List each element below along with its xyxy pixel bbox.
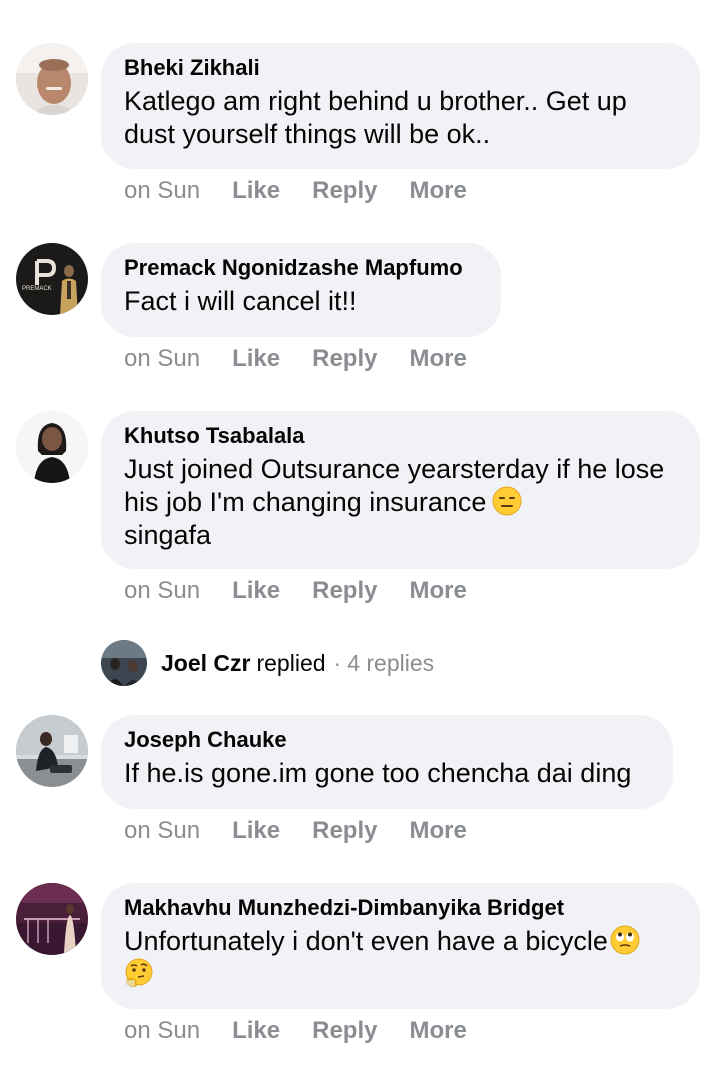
reply-separator: · — [333, 649, 342, 676]
comment-author[interactable]: Makhavhu Munzhedzi-Dimbanyika Bridget — [124, 894, 676, 922]
comment-actions: on Sun Like Reply More — [124, 1017, 499, 1045]
reply-author[interactable]: Joel Czr — [161, 650, 250, 677]
thinking-face-emoji-icon — [125, 958, 153, 987]
profile-photo-icon — [16, 715, 88, 787]
reply-button[interactable]: Reply — [312, 177, 377, 205]
avatar[interactable] — [16, 715, 88, 787]
comment-text-main: Unfortunately i don't even have a bicycl… — [124, 926, 608, 956]
like-button[interactable]: Like — [232, 817, 280, 845]
comment-time[interactable]: on Sun — [124, 1017, 200, 1045]
reply-button[interactable]: Reply — [312, 345, 377, 373]
more-button[interactable]: More — [409, 817, 466, 845]
reply-button[interactable]: Reply — [312, 577, 377, 605]
expressionless-face-emoji-icon — [492, 486, 522, 516]
more-button[interactable]: More — [409, 345, 466, 373]
reply-verb: replied — [256, 649, 326, 676]
comment-bubble: Khutso Tsabalala Just joined Outsurance … — [101, 411, 700, 569]
reply-button[interactable]: Reply — [312, 1017, 377, 1045]
comment-text: If he.is gone.im gone too chencha dai di… — [124, 758, 632, 788]
comment-actions: on Sun Like Reply More — [124, 345, 499, 373]
comment-text: Fact i will cancel it!! — [124, 286, 357, 316]
comment-text: Just joined Outsurance yearsterday if he… — [124, 453, 676, 552]
comment-time[interactable]: on Sun — [124, 577, 200, 605]
profile-photo-icon — [16, 883, 88, 955]
profile-photo-icon — [16, 411, 88, 483]
comment-author[interactable]: Khutso Tsabalala — [124, 422, 676, 450]
more-button[interactable]: More — [409, 577, 466, 605]
comment-actions: on Sun Like Reply More — [124, 817, 499, 845]
comment-author[interactable]: Joseph Chauke — [124, 726, 649, 754]
like-button[interactable]: Like — [232, 345, 280, 373]
profile-photo-icon: PREMACK — [16, 243, 88, 315]
comment-author[interactable]: Premack Ngonidzashe Mapfumo — [124, 254, 477, 282]
avatar — [101, 640, 147, 686]
like-button[interactable]: Like — [232, 1017, 280, 1045]
reply-count[interactable]: 4 replies — [347, 650, 434, 677]
comment-text-main: Just joined Outsurance yearsterday if he… — [124, 454, 665, 517]
like-button[interactable]: Like — [232, 577, 280, 605]
comment-actions: on Sun Like Reply More — [124, 577, 499, 605]
comment-time[interactable]: on Sun — [124, 817, 200, 845]
avatar[interactable] — [16, 411, 88, 483]
view-replies-link[interactable]: Joel Czr replied · 4 replies — [101, 639, 434, 687]
avatar[interactable] — [16, 43, 88, 115]
comment-time[interactable]: on Sun — [124, 177, 200, 205]
like-button[interactable]: Like — [232, 177, 280, 205]
comment-actions: on Sun Like Reply More — [124, 177, 499, 205]
comment-bubble: Joseph Chauke If he.is gone.im gone too … — [101, 715, 673, 809]
comment-bubble: Bheki Zikhali Katlego am right behind u … — [101, 43, 700, 169]
eye-roll-face-emoji-icon — [610, 925, 640, 955]
comment-bubble: Makhavhu Munzhedzi-Dimbanyika Bridget Un… — [101, 883, 700, 1009]
comment-text: Unfortunately i don't even have a bicycl… — [124, 925, 676, 991]
comment-time[interactable]: on Sun — [124, 345, 200, 373]
profile-photo-icon — [101, 640, 147, 686]
more-button[interactable]: More — [409, 1017, 466, 1045]
avatar-logo-text: PREMACK — [22, 286, 52, 292]
comment-bubble: Premack Ngonidzashe Mapfumo Fact i will … — [101, 243, 501, 337]
reply-button[interactable]: Reply — [312, 817, 377, 845]
comment-author[interactable]: Bheki Zikhali — [124, 54, 676, 82]
comment-text-tail: singafa — [124, 520, 212, 550]
avatar[interactable]: PREMACK — [16, 243, 88, 315]
more-button[interactable]: More — [409, 177, 466, 205]
profile-photo-icon — [16, 43, 88, 115]
avatar[interactable] — [16, 883, 88, 955]
comment-text: Katlego am right behind u brother.. Get … — [124, 86, 627, 149]
